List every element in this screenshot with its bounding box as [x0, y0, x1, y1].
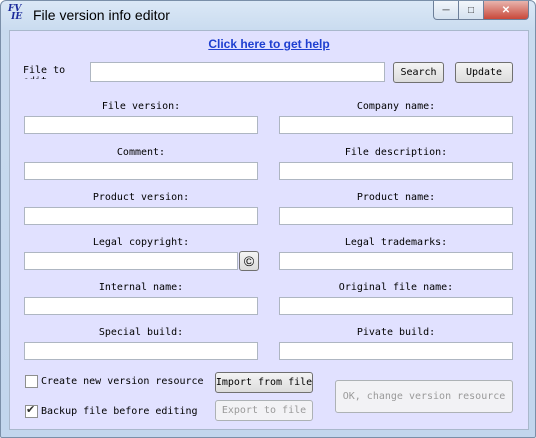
product-name-field[interactable] [279, 207, 513, 225]
copyright-icon: © [243, 253, 255, 269]
file-path-input[interactable] [90, 62, 385, 82]
product-version-field[interactable] [24, 207, 258, 225]
comment-field[interactable] [24, 162, 258, 180]
maximize-icon: □ [467, 4, 475, 16]
create-new-checkbox-box[interactable] [25, 375, 38, 388]
backup-checkbox-box[interactable]: ✔ [25, 404, 38, 418]
company-name-field[interactable] [279, 116, 513, 134]
app-window: FV IE File version info editor ─ □ ✕ Cli… [0, 0, 536, 438]
minimize-button[interactable]: ─ [433, 1, 459, 20]
company-name-label: Company name: [356, 101, 436, 112]
file-description-field[interactable] [279, 162, 513, 180]
private-build-field[interactable] [279, 342, 513, 360]
backup-checkbox[interactable]: ✔ Backup file before editing [25, 404, 198, 418]
file-version-label: File version: [101, 101, 181, 112]
file-to-edit-label: File to edit: [23, 65, 66, 79]
file-description-label: File description: [344, 147, 448, 158]
private-build-label: Pivate build: [356, 327, 436, 338]
create-new-checkbox[interactable]: Create new version resource [25, 375, 204, 388]
internal-name-field[interactable] [24, 297, 258, 315]
special-build-label: Special build: [98, 327, 184, 338]
internal-name-label: Internal name: [98, 282, 184, 293]
original-file-name-label: Original file name: [338, 282, 454, 293]
minimize-icon: ─ [442, 4, 450, 16]
product-name-label: Product name: [356, 192, 436, 203]
close-button[interactable]: ✕ [484, 1, 529, 20]
legal-trademarks-field[interactable] [279, 252, 513, 270]
search-button[interactable]: Search [393, 62, 444, 83]
import-button[interactable]: Import from file [215, 372, 313, 393]
title-bar[interactable]: FV IE File version info editor ─ □ ✕ [1, 1, 535, 29]
close-icon: ✕ [501, 4, 511, 16]
help-link[interactable]: Click here to get help [10, 37, 528, 51]
special-build-field[interactable] [24, 342, 258, 360]
create-new-label: Create new version resource [41, 376, 204, 387]
original-file-name-field[interactable] [279, 297, 513, 315]
export-button[interactable]: Export to file [215, 400, 313, 421]
change-resource-button[interactable]: OK, change version resource [335, 380, 513, 413]
legal-trademarks-label: Legal trademarks: [344, 237, 448, 248]
file-version-field[interactable] [24, 116, 258, 134]
check-icon: ✔ [26, 404, 36, 416]
client-area: Click here to get help File to edit: Sea… [9, 30, 529, 430]
maximize-button[interactable]: □ [459, 1, 484, 20]
window-title: File version info editor [33, 7, 170, 23]
product-version-label: Product version: [92, 192, 190, 203]
comment-label: Comment: [116, 147, 166, 158]
insert-copyright-button[interactable]: © [239, 251, 259, 271]
backup-label: Backup file before editing [41, 406, 198, 417]
app-icon: FV IE [8, 4, 23, 22]
update-button[interactable]: Update [455, 62, 513, 83]
legal-copyright-field[interactable] [24, 252, 238, 270]
legal-copyright-label: Legal copyright: [92, 237, 190, 248]
